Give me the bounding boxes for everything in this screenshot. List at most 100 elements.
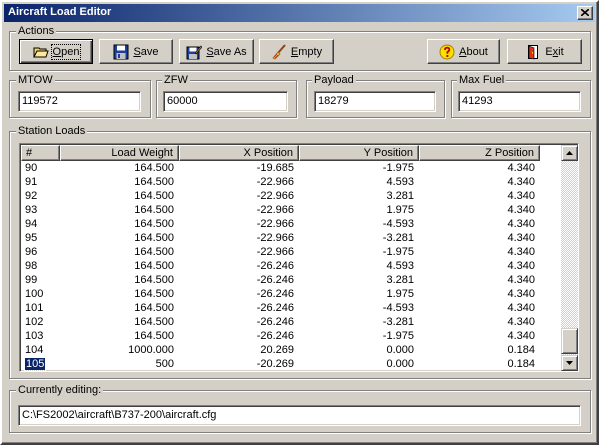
cell-load-weight: 164.500 xyxy=(134,330,174,342)
table-row[interactable]: 100 164.500 -26.246 1.975 4.340 xyxy=(21,287,561,301)
cell-load-weight: 164.500 xyxy=(134,232,174,244)
cell-y-position: 0.000 xyxy=(386,358,414,370)
column-header-load-weight[interactable]: Load Weight xyxy=(60,145,179,161)
empty-label-post: mpty xyxy=(298,45,323,58)
empty-button[interactable]: Empty xyxy=(259,39,334,64)
exit-label-pre: E xyxy=(545,45,553,58)
table-row[interactable]: 92 164.500 -22.966 3.281 4.340 xyxy=(21,189,561,203)
cell-z-position: 4.340 xyxy=(507,204,535,216)
cell-z-position: 0.184 xyxy=(507,358,535,370)
cell-z-position: 4.340 xyxy=(507,302,535,314)
actions-legend: Actions xyxy=(16,25,57,37)
table-row[interactable]: 91 164.500 -22.966 4.593 4.340 xyxy=(21,175,561,189)
table-row[interactable]: 95 164.500 -22.966 -3.281 4.340 xyxy=(21,231,561,245)
cell-z-position: 4.340 xyxy=(507,330,535,342)
payload-field[interactable]: 18279 xyxy=(314,91,436,112)
close-button[interactable] xyxy=(577,6,593,20)
cell-x-position: -22.966 xyxy=(256,176,294,188)
open-label-accel: O xyxy=(52,45,62,58)
cell-number: 95 xyxy=(25,232,38,244)
mtow-field[interactable]: 119572 xyxy=(18,91,141,112)
cell-load-weight: 1000.000 xyxy=(128,344,174,356)
open-button[interactable]: Open xyxy=(19,39,93,64)
cell-y-position: 1.975 xyxy=(386,204,414,216)
table-row[interactable]: 103 164.500 -26.246 -1.975 4.340 xyxy=(21,329,561,343)
column-header-z-position[interactable]: Z Position xyxy=(419,145,540,161)
cell-load-weight: 164.500 xyxy=(134,302,174,314)
save-label-post: ave xyxy=(140,45,159,58)
table-row[interactable]: 98 164.500 -26.246 4.593 4.340 xyxy=(21,259,561,273)
arrow-down-icon xyxy=(566,361,573,365)
cell-z-position: 4.340 xyxy=(507,232,535,244)
column-header-number[interactable]: # xyxy=(21,145,60,161)
cell-y-position: 0.000 xyxy=(386,344,414,356)
cell-load-weight: 164.500 xyxy=(134,260,174,272)
table-row[interactable]: 96 164.500 -22.966 -1.975 4.340 xyxy=(21,245,561,259)
cell-x-position: -26.246 xyxy=(256,316,294,328)
exit-button[interactable]: Exit xyxy=(507,39,582,64)
close-icon xyxy=(581,9,589,16)
cell-x-position: -20.269 xyxy=(256,358,294,370)
zfw-label: ZFW xyxy=(162,74,190,86)
cell-y-position: -1.975 xyxy=(382,162,414,174)
station-loads-list[interactable]: # Load Weight X Position Y Position Z Po… xyxy=(19,143,579,372)
cell-load-weight: 164.500 xyxy=(134,288,174,300)
vertical-scrollbar[interactable] xyxy=(561,145,578,371)
cell-x-position: -26.246 xyxy=(256,288,294,300)
cell-number: 91 xyxy=(25,176,38,188)
table-row[interactable]: 93 164.500 -22.966 1.975 4.340 xyxy=(21,203,561,217)
cell-number: 92 xyxy=(25,190,38,202)
cell-z-position: 4.340 xyxy=(507,162,535,174)
cell-z-position: 4.340 xyxy=(507,316,535,328)
scroll-down-button[interactable] xyxy=(561,355,578,371)
arrow-up-icon xyxy=(566,151,573,155)
table-row[interactable]: 90 164.500 -19.685 -1.975 4.340 xyxy=(21,161,561,175)
open-folder-icon xyxy=(32,44,49,60)
current-file-path-field[interactable]: C:\FS2002\aircraft\B737-200\aircraft.cfg xyxy=(18,405,581,426)
save-label-accel: S xyxy=(133,45,141,58)
save-as-label-accel: S xyxy=(206,45,214,58)
exit-door-icon xyxy=(525,44,541,60)
cell-load-weight: 164.500 xyxy=(134,204,174,216)
cell-y-position: 4.593 xyxy=(386,176,414,188)
table-row[interactable]: 105 500 -20.269 0.000 0.184 xyxy=(21,357,561,371)
column-header-x-position[interactable]: X Position xyxy=(179,145,299,161)
title-bar[interactable]: Aircraft Load Editor xyxy=(4,4,595,22)
cell-y-position: -1.975 xyxy=(382,330,414,342)
cell-y-position: -3.281 xyxy=(382,316,414,328)
cell-y-position: 4.593 xyxy=(386,260,414,272)
save-button[interactable]: Save xyxy=(99,39,173,64)
cell-y-position: -1.975 xyxy=(382,246,414,258)
cell-x-position: 20.269 xyxy=(260,344,294,356)
max-fuel-field[interactable]: 41293 xyxy=(458,91,581,112)
cell-number: 98 xyxy=(25,260,38,272)
cell-load-weight: 164.500 xyxy=(134,316,174,328)
column-header-y-position[interactable]: Y Position xyxy=(299,145,419,161)
cell-y-position: 3.281 xyxy=(386,274,414,286)
table-row[interactable]: 94 164.500 -22.966 -4.593 4.340 xyxy=(21,217,561,231)
scroll-up-button[interactable] xyxy=(561,145,578,161)
cell-load-weight: 164.500 xyxy=(134,218,174,230)
save-as-button[interactable]: Save As xyxy=(179,39,254,64)
cell-x-position: -26.246 xyxy=(256,302,294,314)
cell-x-position: -22.966 xyxy=(256,246,294,258)
cell-x-position: -26.246 xyxy=(256,330,294,342)
table-row[interactable]: 101 164.500 -26.246 -4.593 4.340 xyxy=(21,301,561,315)
cell-number: 103 xyxy=(25,330,44,342)
scroll-thumb[interactable] xyxy=(561,328,578,354)
cell-z-position: 4.340 xyxy=(507,218,535,230)
table-row[interactable]: 104 1000.000 20.269 0.000 0.184 xyxy=(21,343,561,357)
cell-z-position: 4.340 xyxy=(507,260,535,272)
open-label-post: pen xyxy=(61,45,80,58)
table-row[interactable]: 99 164.500 -26.246 3.281 4.340 xyxy=(21,273,561,287)
table-row[interactable]: 102 164.500 -26.246 -3.281 4.340 xyxy=(21,315,561,329)
cell-x-position: -26.246 xyxy=(256,274,294,286)
cell-number: 105 xyxy=(23,357,47,371)
about-button[interactable]: About xyxy=(427,39,500,64)
cell-y-position: -3.281 xyxy=(382,232,414,244)
exit-label-post: it xyxy=(558,45,564,58)
max-fuel-label: Max Fuel xyxy=(457,74,507,86)
zfw-field[interactable]: 60000 xyxy=(163,91,288,112)
cell-x-position: -22.966 xyxy=(256,204,294,216)
cell-x-position: -22.966 xyxy=(256,232,294,244)
